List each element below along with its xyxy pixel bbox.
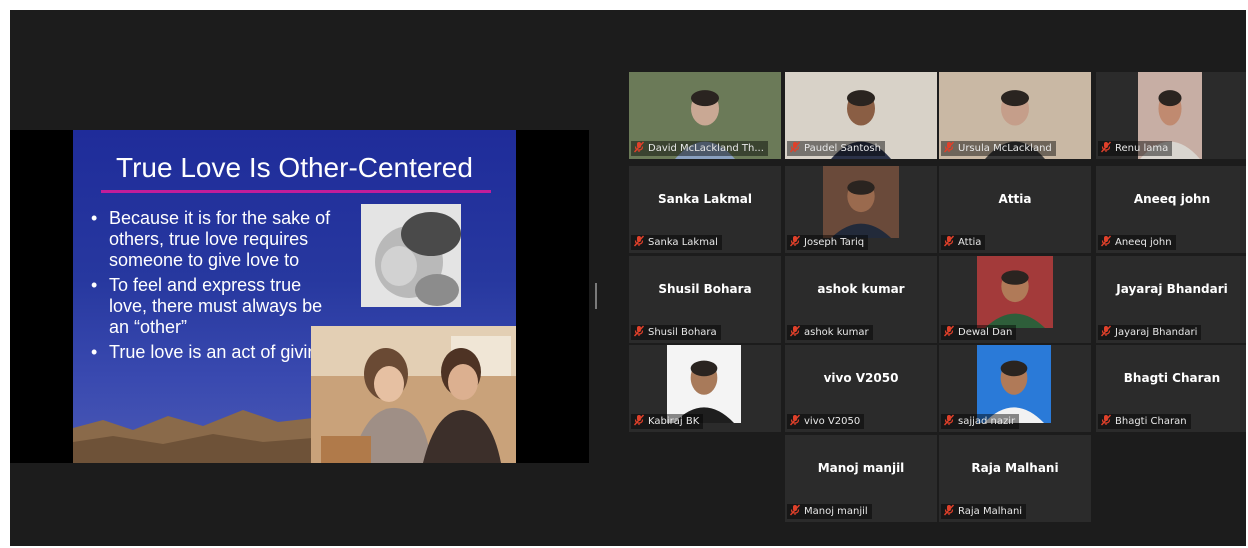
participant-display-name: Jayaraj Bhandari (1116, 282, 1228, 296)
participant-name: Aneeq john (1115, 237, 1172, 248)
participant-name: Kabiraj BK (648, 416, 700, 427)
participant-display-name: vivo V2050 (823, 371, 899, 385)
participant-name-label: Paudel Santosh (787, 141, 885, 156)
microphone-muted-icon (1100, 235, 1112, 247)
participant-tile[interactable]: vivo V2050 vivo V2050 (785, 345, 937, 432)
slide-bullet: True love is an act of giving (87, 342, 337, 363)
microphone-muted-icon (789, 235, 801, 247)
slide-title-underline (101, 190, 491, 193)
participant-display-name: Shusil Bohara (658, 282, 752, 296)
participant-name-label: Bhagti Charan (1098, 414, 1191, 429)
participant-display-name: ashok kumar (817, 282, 905, 296)
microphone-muted-icon (633, 325, 645, 337)
couple-photo (311, 326, 516, 463)
participant-name-label: Renu lama (1098, 141, 1173, 156)
baby-photo (361, 204, 461, 307)
participant-name: Shusil Bohara (648, 327, 717, 338)
participant-name: Sanka Lakmal (648, 237, 718, 248)
participant-name: vivo V2050 (804, 416, 861, 427)
participant-video (667, 345, 741, 423)
participant-name: Joseph Tariq (804, 237, 865, 248)
participant-name-label: David McLackland Th... (631, 141, 768, 156)
participant-tile[interactable]: Kabiraj BK (629, 345, 781, 432)
participant-tile[interactable]: Raja Malhani Raja Malhani (939, 435, 1091, 522)
panel-splitter-handle[interactable] (595, 283, 597, 309)
participant-name-label: Raja Malhani (941, 504, 1027, 519)
participant-name: Paudel Santosh (804, 143, 881, 154)
microphone-muted-icon (1100, 141, 1112, 153)
microphone-muted-icon (943, 414, 955, 426)
participant-name-label: Attia (941, 235, 986, 250)
participant-tile[interactable]: Dewal Dan (939, 256, 1091, 343)
participant-tile[interactable]: Bhagti Charan Bhagti Charan (1096, 345, 1246, 432)
participant-tile[interactable]: Jayaraj Bhandari Jayaraj Bhandari (1096, 256, 1246, 343)
participant-tile[interactable]: Renu lama (1096, 72, 1246, 159)
participant-name: Bhagti Charan (1115, 416, 1187, 427)
participant-name: ashok kumar (804, 327, 869, 338)
participant-name: Ursula McLackland (958, 143, 1052, 154)
participant-display-name: Attia (998, 192, 1032, 206)
microphone-muted-icon (943, 504, 955, 516)
participant-tile[interactable]: David McLackland Th... (629, 72, 781, 159)
participant-tile[interactable]: Aneeq john Aneeq john (1096, 166, 1246, 253)
microphone-muted-icon (1100, 414, 1112, 426)
participant-tile[interactable]: Manoj manjil Manoj manjil (785, 435, 937, 522)
participant-tile[interactable]: Shusil Bohara Shusil Bohara (629, 256, 781, 343)
participant-name-label: Joseph Tariq (787, 235, 869, 250)
microphone-muted-icon (789, 325, 801, 337)
participant-name-label: Manoj manjil (787, 504, 872, 519)
participant-name-label: Sanka Lakmal (631, 235, 722, 250)
participant-display-name: Bhagti Charan (1123, 371, 1221, 385)
microphone-muted-icon (633, 141, 645, 153)
meeting-window: True Love Is Other-Centered Because it i… (10, 10, 1246, 546)
participant-name: Jayaraj Bhandari (1115, 327, 1198, 338)
participant-name: Renu lama (1115, 143, 1169, 154)
participant-video (977, 256, 1053, 328)
participant-tile[interactable]: Paudel Santosh (785, 72, 937, 159)
participant-display-name: Aneeq john (1133, 192, 1211, 206)
participant-name-label: sajjad nazir (941, 414, 1020, 429)
microphone-muted-icon (943, 141, 955, 153)
participant-name: sajjad nazir (958, 416, 1016, 427)
microphone-muted-icon (943, 235, 955, 247)
participant-tile[interactable]: Attia Attia (939, 166, 1091, 253)
presentation-slide: True Love Is Other-Centered Because it i… (73, 130, 516, 463)
participant-tile[interactable]: Sanka Lakmal Sanka Lakmal (629, 166, 781, 253)
slide-title: True Love Is Other-Centered (116, 152, 473, 183)
microphone-muted-icon (1100, 325, 1112, 337)
shared-screen[interactable]: True Love Is Other-Centered Because it i… (10, 130, 589, 463)
participant-name: Attia (958, 237, 982, 248)
microphone-muted-icon (789, 414, 801, 426)
participant-tile[interactable]: ashok kumar ashok kumar (785, 256, 937, 343)
participant-name-label: Ursula McLackland (941, 141, 1056, 156)
microphone-muted-icon (633, 414, 645, 426)
participant-display-name: Sanka Lakmal (658, 192, 752, 206)
participant-name-label: Jayaraj Bhandari (1098, 325, 1202, 340)
participant-name-label: vivo V2050 (787, 414, 865, 429)
microphone-muted-icon (633, 235, 645, 247)
participant-name-label: ashok kumar (787, 325, 873, 340)
participant-name-label: Dewal Dan (941, 325, 1017, 340)
participant-name-label: Kabiraj BK (631, 414, 704, 429)
participant-name: Manoj manjil (804, 506, 868, 517)
participant-name: David McLackland Th... (648, 143, 764, 154)
participant-tile[interactable]: Joseph Tariq (785, 166, 937, 253)
participant-name: Raja Malhani (958, 506, 1023, 517)
participant-display-name: Manoj manjil (817, 461, 905, 475)
participant-name-label: Aneeq john (1098, 235, 1176, 250)
microphone-muted-icon (789, 504, 801, 516)
slide-bullet-list: Because it is for the sake of others, tr… (87, 208, 337, 367)
participant-tile[interactable]: sajjad nazir (939, 345, 1091, 432)
participant-video (977, 345, 1051, 423)
participant-name: Dewal Dan (958, 327, 1013, 338)
slide-bullet: Because it is for the sake of others, tr… (87, 208, 337, 271)
microphone-muted-icon (789, 141, 801, 153)
microphone-muted-icon (943, 325, 955, 337)
participant-video (823, 166, 899, 238)
participant-tile[interactable]: Ursula McLackland (939, 72, 1091, 159)
participant-name-label: Shusil Bohara (631, 325, 721, 340)
slide-bullet: To feel and express true love, there mus… (87, 275, 337, 338)
participant-display-name: Raja Malhani (971, 461, 1059, 475)
